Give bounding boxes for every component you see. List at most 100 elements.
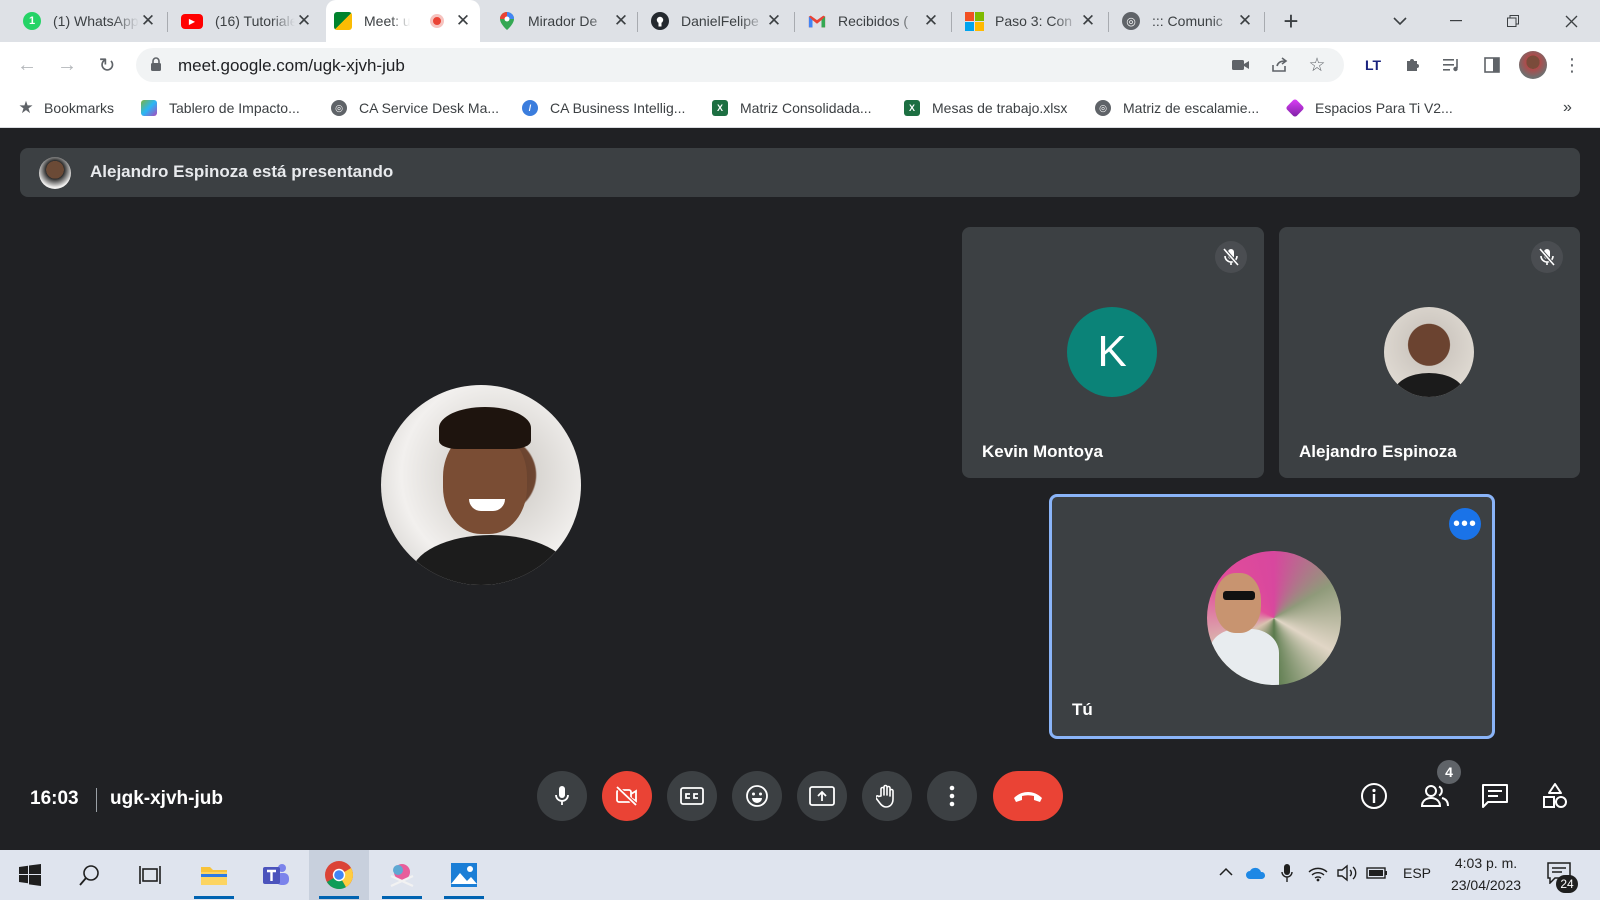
media-control-icon[interactable] bbox=[1441, 54, 1463, 76]
battery-icon[interactable] bbox=[1366, 866, 1388, 883]
forward-icon[interactable]: → bbox=[52, 50, 82, 80]
languagetool-icon[interactable]: LT bbox=[1362, 54, 1384, 76]
tab-gmail[interactable]: Recibidos ( ✕ bbox=[800, 0, 948, 42]
avatar bbox=[1384, 307, 1474, 397]
mic-off-icon bbox=[1215, 241, 1247, 273]
clock-time[interactable]: 4:03 p. m. bbox=[1450, 855, 1522, 871]
tab-microsoft[interactable]: Paso 3: Con ✕ bbox=[957, 0, 1105, 42]
taskbar-photos[interactable] bbox=[434, 850, 494, 900]
volume-icon[interactable] bbox=[1337, 864, 1359, 885]
tab-whatsapp[interactable]: 1 (1) WhatsApp ✕ bbox=[15, 0, 165, 42]
input-language[interactable]: ESP bbox=[1403, 865, 1431, 881]
bookmark-label: CA Business Intellig... bbox=[550, 100, 686, 116]
activities-button[interactable] bbox=[1538, 779, 1572, 813]
diamond-icon bbox=[1285, 98, 1305, 118]
meeting-code: ugk-xjvh-jub bbox=[110, 788, 223, 809]
bookmark-item[interactable]: ★ Bookmarks bbox=[18, 96, 114, 120]
participant-tile[interactable]: Alejandro Espinoza bbox=[1279, 227, 1580, 478]
captions-button[interactable] bbox=[667, 771, 717, 821]
clock-date[interactable]: 23/04/2023 bbox=[1442, 877, 1530, 893]
bookmark-label: Bookmarks bbox=[44, 100, 115, 116]
tab-separator bbox=[1264, 12, 1265, 32]
camera-in-use-icon[interactable] bbox=[1230, 54, 1252, 76]
side-panel-icon[interactable] bbox=[1481, 54, 1503, 76]
bookmark-label: Matriz Consolidada... bbox=[740, 100, 872, 116]
more-options-button[interactable]: ••• bbox=[1449, 508, 1481, 540]
bookmark-item[interactable]: X Mesas de trabajo.xlsx bbox=[904, 96, 1067, 120]
bookmarks-bar: ★ Bookmarks Tablero de Impacto... ◎ CA Ser… bbox=[0, 88, 1600, 128]
close-icon[interactable]: ✕ bbox=[765, 11, 783, 31]
raise-hand-button[interactable] bbox=[862, 771, 912, 821]
show-hidden-icons[interactable] bbox=[1219, 864, 1233, 880]
reactions-button[interactable] bbox=[732, 771, 782, 821]
meeting-time: 16:03 bbox=[30, 788, 79, 809]
close-icon[interactable]: ✕ bbox=[1079, 11, 1097, 31]
kebab-menu-icon[interactable]: ⋮ bbox=[1561, 54, 1583, 76]
star-icon[interactable]: ☆ bbox=[1306, 54, 1328, 76]
self-tile[interactable]: ••• Tú bbox=[1049, 494, 1495, 739]
tab-search-icon[interactable] bbox=[1372, 0, 1428, 42]
lock-icon bbox=[150, 57, 162, 77]
tab-github[interactable]: DanielFelipe ✕ bbox=[643, 0, 791, 42]
taskbar-teams[interactable] bbox=[246, 850, 306, 900]
more-options-button[interactable] bbox=[927, 771, 977, 821]
minimize-button[interactable] bbox=[1428, 0, 1484, 42]
tab-maps[interactable]: Mirador De ✕ bbox=[490, 0, 638, 42]
tab-comunicaciones[interactable]: ◎ ::: Comunic ✕ bbox=[1114, 0, 1262, 42]
teams-icon bbox=[263, 864, 289, 885]
address-bar[interactable]: meet.google.com/ugk-xjvh-jub ☆ bbox=[136, 48, 1344, 82]
wifi-icon[interactable] bbox=[1308, 864, 1328, 885]
meeting-details-button[interactable] bbox=[1357, 779, 1391, 813]
bookmark-item[interactable]: Espacios Para Ti V2... bbox=[1285, 96, 1453, 120]
leave-call-button[interactable] bbox=[993, 771, 1063, 821]
bookmark-label: CA Service Desk Ma... bbox=[359, 100, 500, 116]
taskbar-file-explorer[interactable] bbox=[184, 850, 244, 900]
camera-off-button[interactable] bbox=[602, 771, 652, 821]
divider bbox=[96, 788, 97, 812]
close-icon[interactable]: ✕ bbox=[1236, 11, 1254, 31]
bookmark-item[interactable]: / CA Business Intellig... bbox=[522, 96, 685, 120]
cube-icon bbox=[141, 100, 157, 116]
tab-meet[interactable]: Meet: ugk-xjvh-jub ✕ bbox=[326, 0, 480, 42]
bookmarks-overflow-button[interactable]: » bbox=[1563, 96, 1572, 120]
extensions-icon[interactable] bbox=[1402, 54, 1424, 76]
tab-title: Paso 3: Con bbox=[995, 13, 1073, 29]
bookmark-label: Tablero de Impacto... bbox=[169, 100, 300, 116]
close-icon[interactable]: ✕ bbox=[295, 11, 313, 31]
start-button[interactable] bbox=[0, 850, 60, 900]
chrome-icon bbox=[325, 861, 353, 889]
tab-youtube[interactable]: ▶ (16) Tutoriales ✕ bbox=[173, 0, 321, 42]
microphone-button[interactable] bbox=[537, 771, 587, 821]
bookmark-item[interactable]: ◎ CA Service Desk Ma... bbox=[331, 96, 499, 120]
reload-icon[interactable]: ↻ bbox=[92, 50, 122, 80]
close-icon[interactable]: ✕ bbox=[454, 11, 472, 31]
close-icon[interactable]: ✕ bbox=[139, 11, 157, 31]
taskbar-snip-tool[interactable] bbox=[372, 850, 432, 900]
globe-icon: ◎ bbox=[1122, 12, 1140, 30]
search-button[interactable] bbox=[60, 850, 120, 900]
chat-button[interactable] bbox=[1478, 779, 1512, 813]
close-icon[interactable]: ✕ bbox=[612, 11, 630, 31]
close-icon[interactable]: ✕ bbox=[922, 11, 940, 31]
taskbar-chrome[interactable] bbox=[309, 850, 369, 900]
onedrive-icon[interactable] bbox=[1245, 866, 1267, 883]
tab-title: ::: Comunic bbox=[1152, 13, 1223, 29]
new-tab-button[interactable]: + bbox=[1276, 6, 1306, 36]
task-view-icon bbox=[139, 866, 161, 884]
bookmark-item[interactable]: ◎ Matriz de escalamie... bbox=[1095, 96, 1259, 120]
people-icon bbox=[1420, 785, 1449, 807]
camera-off-icon bbox=[615, 786, 638, 806]
participant-name: Tú bbox=[1072, 700, 1093, 719]
bookmark-item[interactable]: X Matriz Consolidada... bbox=[712, 96, 872, 120]
back-icon[interactable]: ← bbox=[12, 50, 42, 80]
close-window-button[interactable] bbox=[1543, 0, 1599, 42]
profile-avatar[interactable] bbox=[1519, 51, 1547, 79]
participant-tile[interactable]: K Kevin Montoya bbox=[962, 227, 1264, 478]
share-icon[interactable] bbox=[1269, 54, 1291, 76]
bookmark-item[interactable]: Tablero de Impacto... bbox=[141, 96, 300, 120]
present-screen-button[interactable] bbox=[797, 771, 847, 821]
microphone-icon[interactable] bbox=[1281, 863, 1293, 886]
restore-button[interactable] bbox=[1485, 0, 1541, 42]
people-button[interactable] bbox=[1418, 779, 1452, 813]
task-view-button[interactable] bbox=[120, 850, 180, 900]
